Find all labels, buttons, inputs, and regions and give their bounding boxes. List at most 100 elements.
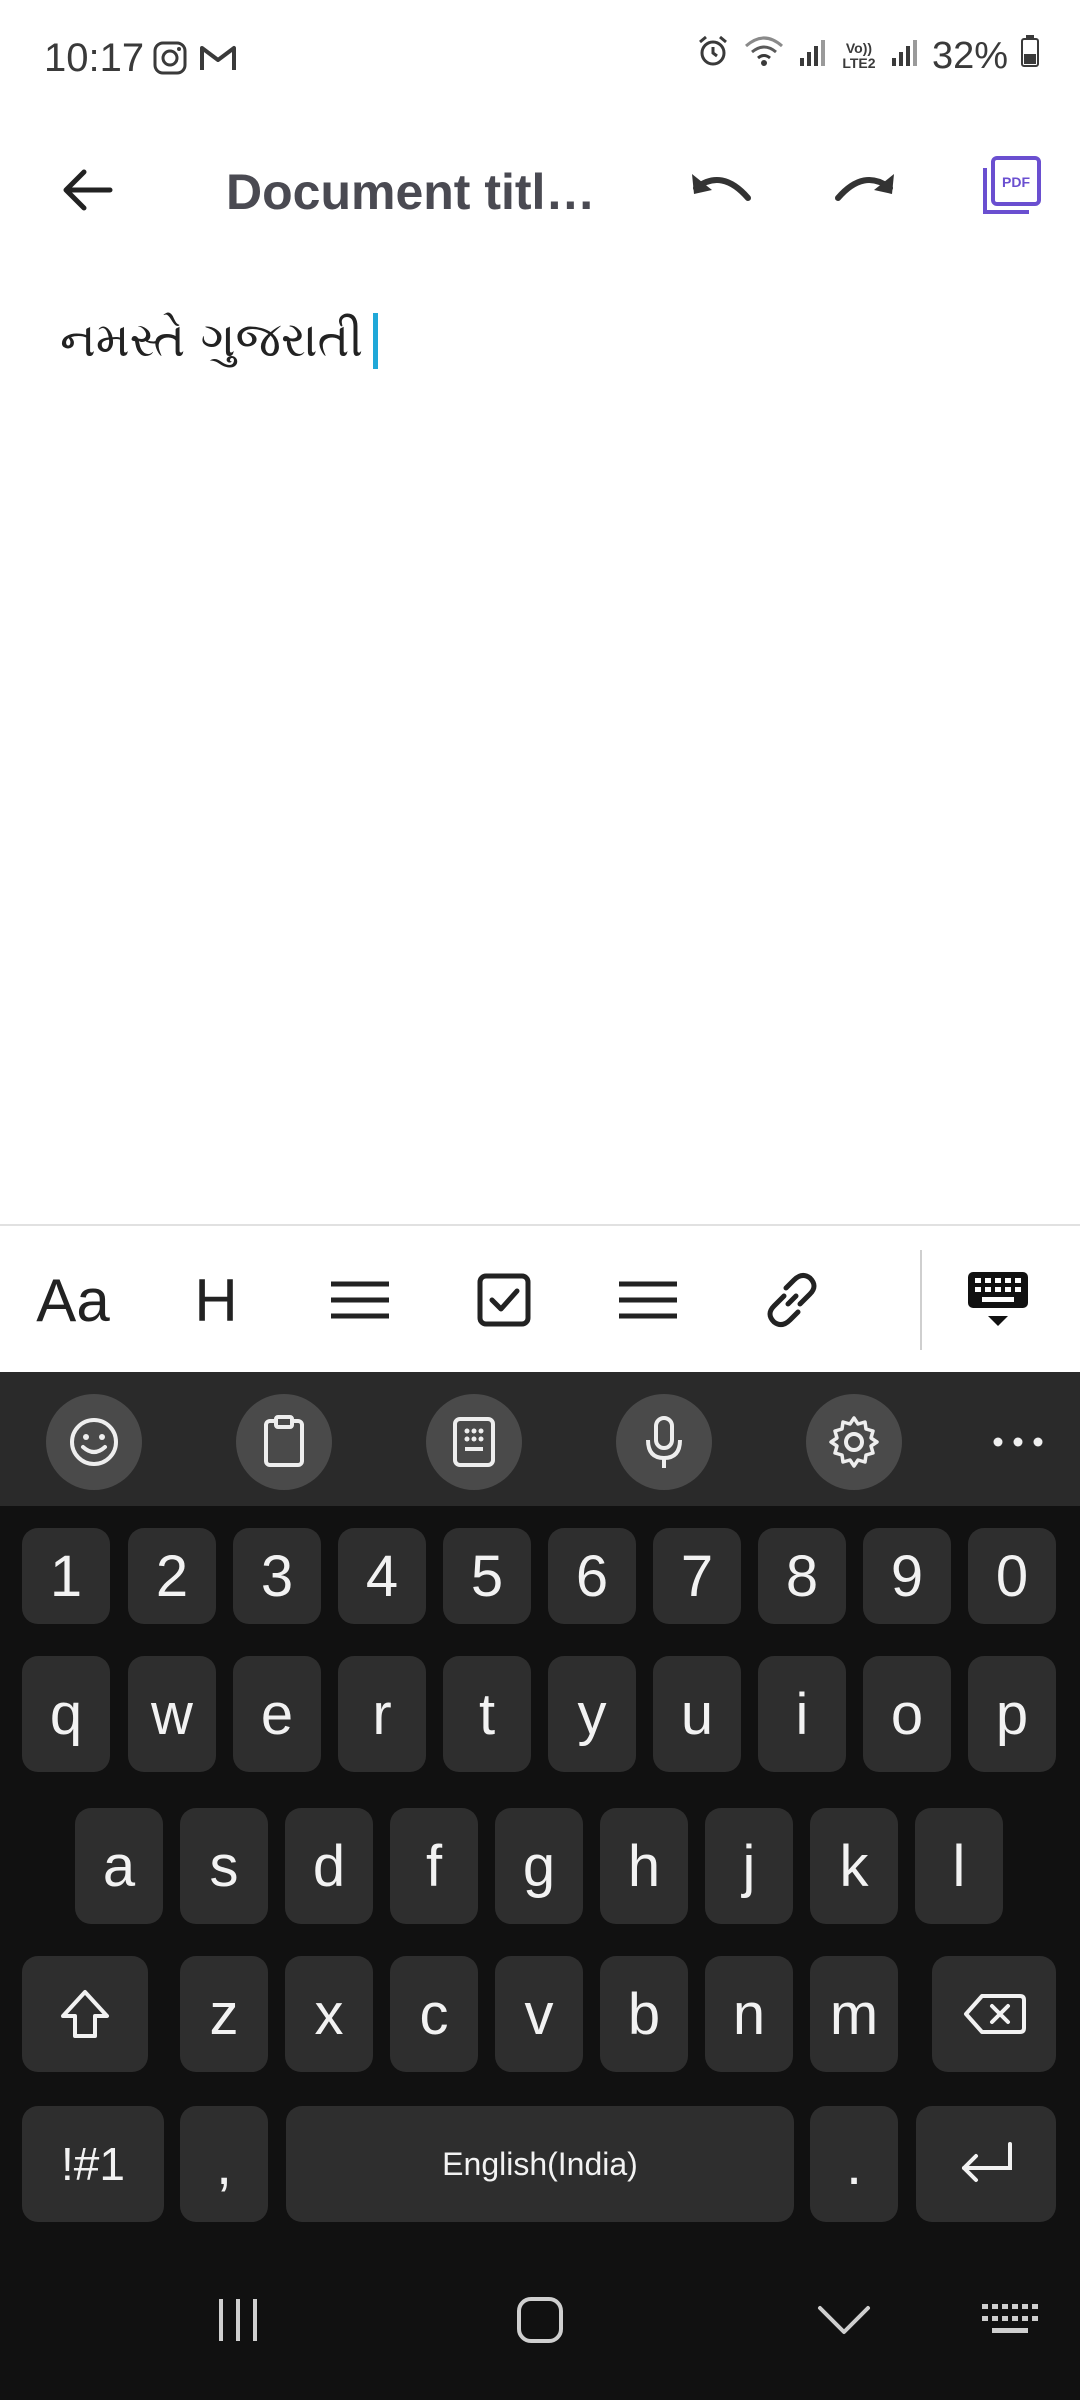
key-g[interactable]: g — [495, 1808, 583, 1924]
key-7[interactable]: 7 — [653, 1528, 741, 1624]
document-title[interactable]: Document titl… — [226, 142, 606, 242]
battery-percent: 32% — [931, 34, 1008, 77]
backspace-key[interactable] — [932, 1956, 1056, 2072]
key-j[interactable]: j — [705, 1808, 793, 1924]
clipboard-button[interactable] — [236, 1394, 332, 1490]
key-6[interactable]: 6 — [548, 1528, 636, 1624]
space-key[interactable]: English(India) — [286, 2106, 794, 2222]
key-1[interactable]: 1 — [22, 1528, 110, 1624]
notification-icons — [152, 40, 238, 81]
key-t[interactable]: t — [443, 1656, 531, 1772]
app-bar: Document titl… PDF — [0, 120, 1080, 260]
export-pdf-button[interactable]: PDF — [966, 136, 1056, 236]
align-lines-icon — [331, 1281, 389, 1319]
signal-icon-2 — [890, 35, 920, 78]
key-k[interactable]: k — [810, 1808, 898, 1924]
key-s[interactable]: s — [180, 1808, 268, 1924]
enter-return-icon — [962, 2142, 1012, 2182]
keyboard-hide-icon — [968, 1272, 1028, 1326]
back-button[interactable] — [46, 140, 126, 240]
keyboard-icon — [982, 2304, 1038, 2333]
smiley-icon — [70, 1418, 118, 1466]
recent-apps-button[interactable] — [188, 2270, 288, 2370]
key-b[interactable]: b — [600, 1956, 688, 2072]
status-bar: 10:17 Vo)) LTE2 32% — [0, 0, 1080, 120]
pdf-icon: PDF — [983, 156, 1041, 214]
keyboard: 1 2 3 4 5 6 7 8 9 0 q w e r t y u i o p … — [0, 1506, 1080, 2240]
keyboard-settings-button[interactable] — [806, 1394, 902, 1490]
key-r[interactable]: r — [338, 1656, 426, 1772]
key-l[interactable]: l — [915, 1808, 1003, 1924]
key-f[interactable]: f — [390, 1808, 478, 1924]
comma-key[interactable]: , — [180, 2106, 268, 2222]
checklist-button[interactable] — [464, 1226, 544, 1374]
battery-icon — [1020, 34, 1040, 78]
chevron-down-icon — [818, 2306, 870, 2334]
key-n[interactable]: n — [705, 1956, 793, 2072]
period-key[interactable]: . — [810, 2106, 898, 2222]
key-u[interactable]: u — [653, 1656, 741, 1772]
instagram-icon — [152, 40, 188, 81]
status-right: Vo)) LTE2 32% — [696, 34, 1040, 78]
list-button[interactable] — [608, 1226, 688, 1374]
key-i[interactable]: i — [758, 1656, 846, 1772]
key-3[interactable]: 3 — [233, 1528, 321, 1624]
key-q[interactable]: q — [22, 1656, 110, 1772]
text-caret — [373, 312, 379, 369]
key-v[interactable]: v — [495, 1956, 583, 2072]
voice-input-button[interactable] — [616, 1394, 712, 1490]
key-p[interactable]: p — [968, 1656, 1056, 1772]
link-icon — [767, 1272, 817, 1328]
back-nav-button[interactable] — [794, 2270, 894, 2370]
key-e[interactable]: e — [233, 1656, 321, 1772]
key-8[interactable]: 8 — [758, 1528, 846, 1624]
key-d[interactable]: d — [285, 1808, 373, 1924]
editor-content[interactable]: નમસ્તે ગુજરાતી — [60, 312, 379, 369]
key-a[interactable]: a — [75, 1808, 163, 1924]
keypad-icon — [453, 1417, 495, 1467]
list-lines-icon — [619, 1281, 677, 1319]
align-button[interactable] — [320, 1226, 400, 1374]
key-w[interactable]: w — [128, 1656, 216, 1772]
signal-icon — [798, 35, 828, 78]
key-0[interactable]: 0 — [968, 1528, 1056, 1624]
keyboard-switch-button[interactable] — [960, 2270, 1060, 2370]
home-icon — [517, 2297, 563, 2343]
document-editor[interactable]: નમસ્તે ગુજરાતી — [0, 260, 1080, 1224]
key-h[interactable]: h — [600, 1808, 688, 1924]
shift-key[interactable] — [22, 1956, 148, 2072]
editor-text: નમસ્તે ગુજરાતી — [60, 312, 364, 368]
emoji-button[interactable] — [46, 1394, 142, 1490]
home-button[interactable] — [490, 2270, 590, 2370]
key-c[interactable]: c — [390, 1956, 478, 2072]
key-4[interactable]: 4 — [338, 1528, 426, 1624]
key-o[interactable]: o — [863, 1656, 951, 1772]
undo-icon — [692, 174, 751, 201]
checkbox-icon — [477, 1273, 531, 1327]
enter-key[interactable] — [916, 2106, 1056, 2222]
link-button[interactable] — [752, 1226, 832, 1374]
svg-text:PDF: PDF — [1002, 174, 1030, 190]
key-x[interactable]: x — [285, 1956, 373, 2072]
more-horizontal-icon — [993, 1437, 1043, 1447]
undo-button[interactable] — [676, 140, 766, 240]
formatting-toolbar: Aa H — [0, 1224, 1080, 1374]
key-z[interactable]: z — [180, 1956, 268, 2072]
key-y[interactable]: y — [548, 1656, 636, 1772]
hide-keyboard-button[interactable] — [958, 1226, 1038, 1374]
key-m[interactable]: m — [810, 1956, 898, 2072]
keyboard-mode-button[interactable] — [426, 1394, 522, 1490]
recent-apps-icon — [219, 2299, 257, 2341]
redo-icon — [835, 174, 894, 201]
redo-button[interactable] — [820, 140, 910, 240]
key-2[interactable]: 2 — [128, 1528, 216, 1624]
key-5[interactable]: 5 — [443, 1528, 531, 1624]
key-9[interactable]: 9 — [863, 1528, 951, 1624]
heading-button[interactable]: H — [176, 1226, 256, 1374]
status-time: 10:17 — [44, 36, 145, 80]
text-style-button[interactable]: Aa — [30, 1226, 116, 1374]
clipboard-icon — [264, 1415, 304, 1467]
wifi-icon — [742, 34, 786, 78]
symbols-key[interactable]: !#1 — [22, 2106, 164, 2222]
more-options-button[interactable] — [970, 1394, 1066, 1490]
